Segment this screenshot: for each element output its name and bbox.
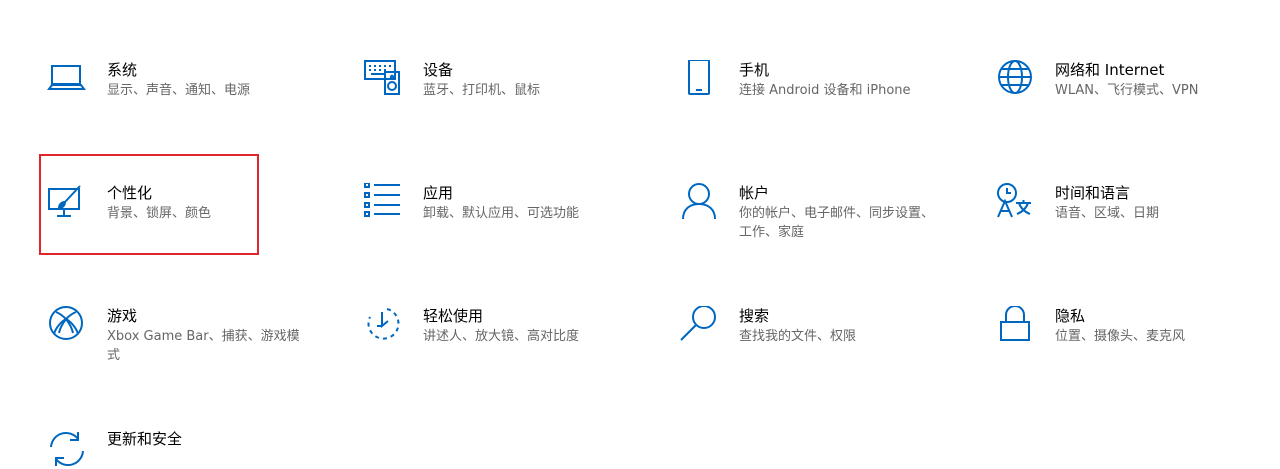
ease-of-access-icon [363, 306, 403, 346]
tile-description: 讲述人、放大镜、高对比度 [423, 329, 580, 344]
tile-title: 手机 [739, 61, 770, 79]
tile-title: 帐户 [739, 184, 770, 202]
tile-description: 蓝牙、打印机、鼠标 [423, 83, 541, 98]
time-language-icon [995, 183, 1035, 223]
tile-title: 系统 [107, 61, 138, 79]
tile-description: Xbox Game Bar、捕获、游戏模式 [107, 329, 300, 363]
laptop-icon [47, 60, 87, 100]
tile-description: 位置、摄像头、麦克风 [1055, 329, 1186, 344]
tile-description: 你的帐户、电子邮件、同步设置、工作、家庭 [739, 206, 935, 240]
tile-description: 语音、区域、日期 [1055, 206, 1160, 221]
search-icon [679, 306, 719, 346]
tile-description: 卸载、默认应用、可选功能 [423, 206, 580, 221]
tile-title: 搜索 [739, 307, 770, 325]
tile-title: 隐私 [1055, 307, 1086, 325]
highlight-box [39, 154, 259, 255]
tile-title: 游戏 [107, 307, 138, 325]
globe-icon [995, 60, 1035, 100]
phone-icon [679, 60, 719, 100]
person-icon [679, 183, 719, 223]
app-list-icon [363, 183, 403, 223]
tile-title: 时间和语言 [1055, 184, 1131, 202]
tile-description: 查找我的文件、权限 [739, 329, 857, 344]
sync-icon [47, 429, 87, 469]
tile-title: 网络和 Internet [1055, 61, 1165, 79]
tile-description: 连接 Android 设备和 iPhone [739, 83, 911, 98]
lock-icon [995, 306, 1035, 346]
xbox-icon [47, 306, 87, 346]
tile-title: 应用 [423, 184, 454, 202]
tile-description: WLAN、飞行模式、VPN [1055, 83, 1199, 98]
tile-title: 设备 [423, 61, 454, 79]
tile-description: 显示、声音、通知、电源 [107, 83, 251, 98]
tile-title: 轻松使用 [423, 307, 484, 325]
tile-title: 更新和安全 [107, 430, 183, 448]
keyboard-speaker-icon [363, 60, 403, 100]
